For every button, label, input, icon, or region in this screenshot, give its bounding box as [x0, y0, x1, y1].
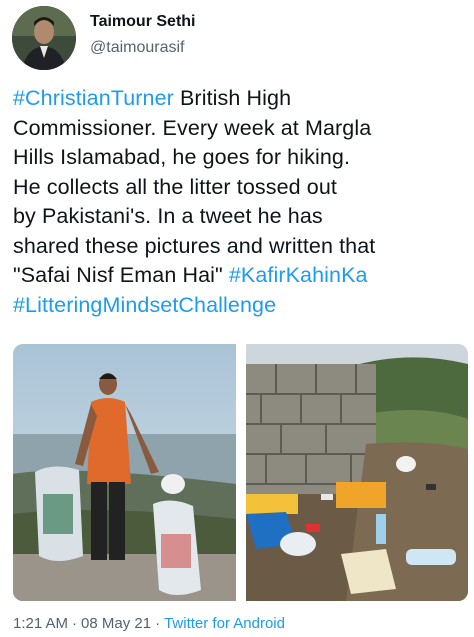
meta-separator: ·	[72, 615, 78, 632]
hashtag-christianturner[interactable]: #ChristianTurner	[13, 86, 174, 110]
tweet-date[interactable]: 08 May 21	[81, 615, 151, 632]
photo-man-with-litter-bags[interactable]	[13, 344, 236, 601]
hashtag-kafirkahinka[interactable]: #KafirKahinKa	[229, 263, 368, 287]
meta-separator-2: ·	[155, 615, 161, 632]
author-name[interactable]: Taimour Sethi	[90, 13, 196, 31]
tweet-body: British High Commissioner. Every week at…	[13, 86, 376, 287]
tweet-text: #ChristianTurner British High Commission…	[13, 84, 468, 320]
tweet-meta: 1:21 AM · 08 May 21 · Twitter for Android	[13, 615, 285, 632]
tweet-media	[13, 344, 468, 601]
avatar-photo	[12, 6, 76, 70]
avatar[interactable]	[12, 6, 76, 70]
hashtag-litteringmindsetchallenge[interactable]: #LitteringMindsetChallenge	[13, 293, 276, 317]
tweet-time[interactable]: 1:21 AM	[13, 615, 68, 632]
author-handle[interactable]: @taimourasif	[90, 39, 185, 57]
photo-litter-on-ground[interactable]	[245, 344, 469, 601]
tweet-source[interactable]: Twitter for Android	[164, 615, 285, 632]
